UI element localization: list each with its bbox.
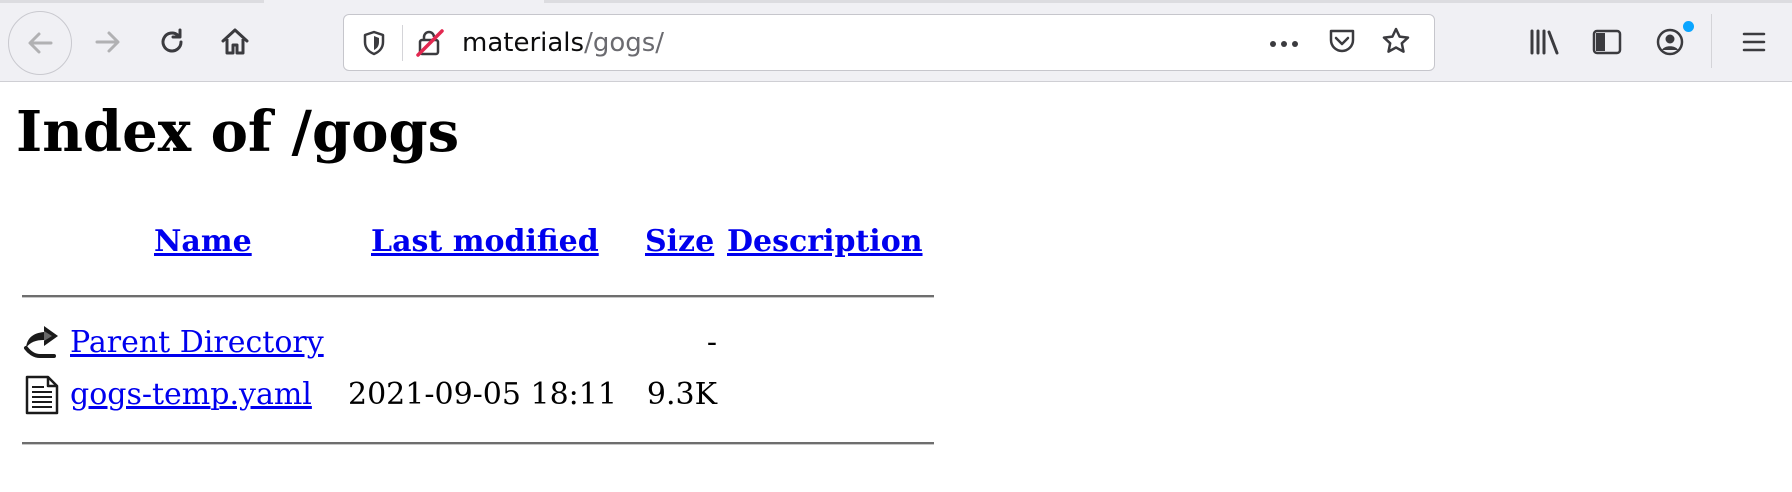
- file-link-gogs-temp-yaml[interactable]: gogs-temp.yaml: [70, 377, 312, 413]
- home-icon: [219, 26, 251, 58]
- tracking-protection-icon[interactable]: [358, 27, 390, 59]
- library-button[interactable]: [1523, 18, 1567, 66]
- column-header-size[interactable]: Size: [645, 224, 714, 260]
- notification-dot: [1683, 21, 1694, 32]
- column-header-last-modified[interactable]: Last modified: [371, 224, 599, 260]
- row-last-modified: 2021-09-05 18:11: [348, 377, 617, 412]
- forward-arrow-icon: [92, 26, 124, 58]
- back-arrow-icon: [24, 27, 56, 59]
- forward-button[interactable]: [84, 16, 132, 68]
- account-icon: [1654, 26, 1686, 58]
- home-button[interactable]: [211, 16, 259, 68]
- url-path: /gogs/: [584, 28, 665, 58]
- url-text[interactable]: materials/gogs/: [462, 27, 664, 59]
- pocket-button[interactable]: [1324, 27, 1360, 59]
- active-tab-indicator: [264, 0, 544, 3]
- tab-strip-edge: [0, 0, 1792, 3]
- sidebar-button[interactable]: [1585, 18, 1629, 66]
- table-divider-bottom: [22, 442, 934, 445]
- reload-icon: [156, 26, 188, 58]
- row-size: -: [706, 325, 717, 360]
- sidebar-icon: [1591, 28, 1623, 56]
- hamburger-menu-icon: [1740, 29, 1768, 55]
- browser-toolbar: materials/gogs/: [0, 0, 1792, 82]
- pocket-icon: [1327, 26, 1357, 60]
- insecure-connection-icon[interactable]: [414, 27, 446, 59]
- page-content: Index of /gogs Name Last modified Size D…: [0, 82, 1792, 492]
- back-folder-icon: [22, 322, 62, 362]
- page-title: Index of /gogs: [16, 99, 460, 165]
- parent-directory-link[interactable]: Parent Directory: [70, 325, 324, 361]
- column-header-name[interactable]: Name: [154, 224, 252, 260]
- more-horizontal-icon: [1268, 34, 1300, 53]
- table-divider-top: [22, 295, 934, 298]
- address-bar-divider: [402, 25, 403, 61]
- reload-button[interactable]: [148, 16, 196, 68]
- text-file-icon: [22, 375, 62, 415]
- row-size: 9.3K: [646, 377, 717, 412]
- bookmark-button[interactable]: [1378, 27, 1414, 59]
- back-button[interactable]: [8, 11, 72, 75]
- library-icon: [1528, 27, 1562, 57]
- address-bar[interactable]: materials/gogs/: [343, 14, 1435, 71]
- menu-button[interactable]: [1732, 18, 1776, 66]
- star-icon: [1381, 26, 1411, 60]
- page-actions-button[interactable]: [1266, 27, 1302, 59]
- column-header-description[interactable]: Description: [727, 224, 923, 260]
- url-host: materials: [462, 28, 585, 58]
- toolbar-separator: [1711, 14, 1712, 68]
